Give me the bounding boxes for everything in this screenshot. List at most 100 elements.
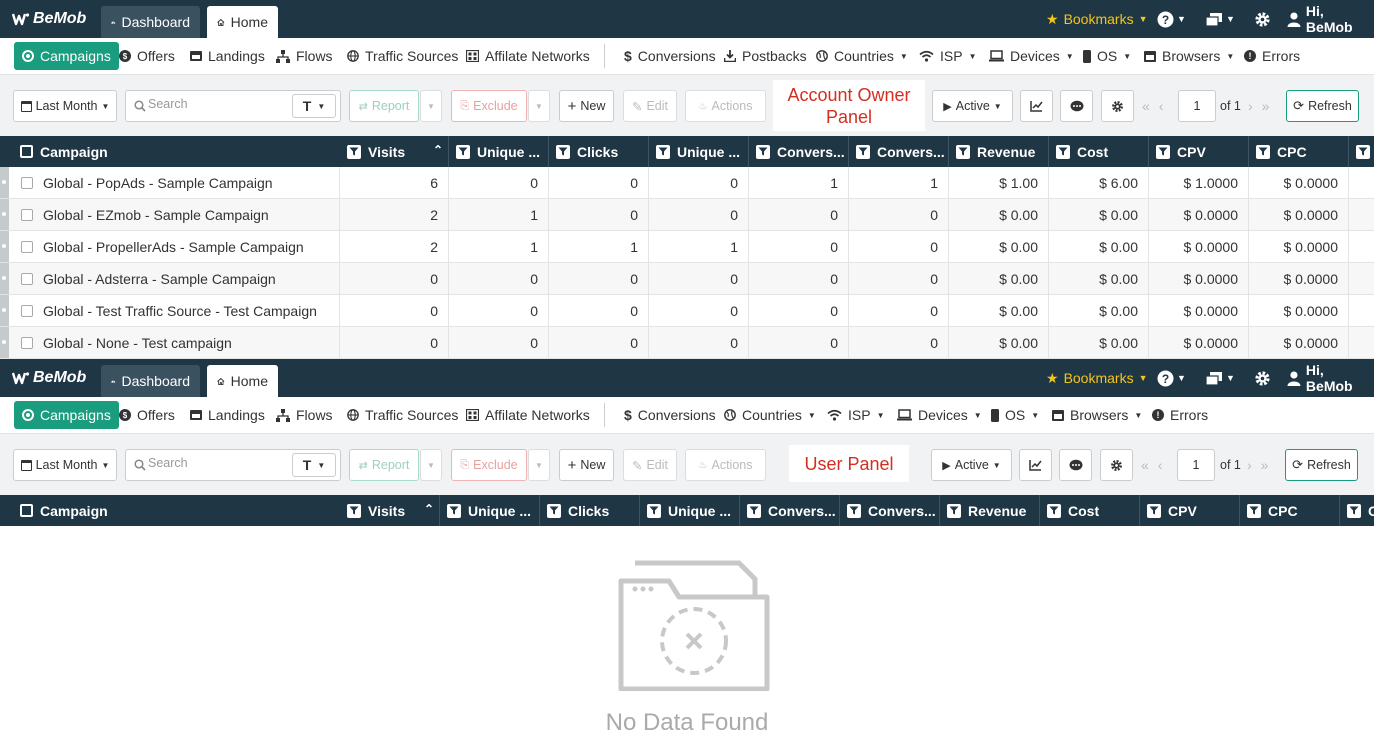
logo[interactable]: BeMob xyxy=(12,369,86,387)
bookmarks-menu[interactable]: ★ Bookmarks ▼ xyxy=(1046,359,1148,397)
column-header-conversions[interactable]: Convers... xyxy=(740,495,840,526)
cell-campaign[interactable]: Global - PropellerAds - Sample Campaign xyxy=(9,231,340,262)
cell-campaign[interactable]: Global - PopAds - Sample Campaign xyxy=(9,167,340,198)
column-header-campaign[interactable]: Campaign xyxy=(0,136,340,167)
exclude-dropdown[interactable]: ▼ xyxy=(528,449,550,481)
settings-button[interactable] xyxy=(1254,359,1271,397)
column-header-visits[interactable]: Visits ⌃ xyxy=(340,495,440,526)
nav-errors[interactable]: ! Errors xyxy=(1152,401,1208,429)
row-checkbox[interactable] xyxy=(21,336,33,349)
search-input[interactable] xyxy=(148,97,288,111)
filter-icon[interactable] xyxy=(856,144,870,159)
exclude-button[interactable]: ⎘ Exclude xyxy=(451,449,527,481)
date-range-select[interactable]: Last Month ▼ xyxy=(13,90,117,122)
nav-landings[interactable]: Landings xyxy=(190,42,265,70)
first-page-icon[interactable]: « xyxy=(1141,457,1149,473)
filter-icon[interactable] xyxy=(456,144,470,159)
exclude-dropdown[interactable]: ▼ xyxy=(528,90,550,122)
table-row[interactable]: Global - None - Test campaign 0 0 0 0 0 0 $ 0.0… xyxy=(0,327,1374,359)
tab-home[interactable]: Home xyxy=(207,6,278,38)
column-settings-button[interactable] xyxy=(1100,449,1133,481)
table-row[interactable]: Global - PropellerAds - Sample Campaign 2… xyxy=(0,231,1374,263)
comments-button[interactable] xyxy=(1060,90,1093,122)
date-range-select[interactable]: Last Month ▼ xyxy=(13,449,117,481)
nav-offers[interactable]: $ Offers xyxy=(119,42,175,70)
logo[interactable]: BeMob xyxy=(12,10,86,28)
column-header-campaign[interactable]: Campaign xyxy=(0,495,340,526)
select-all-checkbox[interactable] xyxy=(20,145,33,158)
nav-traffic-sources[interactable]: Traffic Sources xyxy=(347,401,458,429)
actions-button[interactable]: ♨ Actions xyxy=(685,90,766,122)
nav-isp[interactable]: ISP ▼ xyxy=(919,42,977,70)
row-checkbox[interactable] xyxy=(21,240,33,253)
row-checkbox[interactable] xyxy=(21,272,33,285)
actions-button[interactable]: ♨ Actions xyxy=(685,449,766,481)
new-button[interactable]: + New xyxy=(559,90,614,122)
windows-menu[interactable]: ▼ xyxy=(1205,0,1235,38)
filter-icon[interactable] xyxy=(847,503,861,518)
nav-traffic-sources[interactable]: Traffic Sources xyxy=(347,42,458,70)
search-input[interactable] xyxy=(148,456,288,470)
last-page-icon[interactable]: » xyxy=(1262,98,1270,114)
column-header-cost[interactable]: Cost xyxy=(1049,136,1149,167)
filter-icon[interactable] xyxy=(556,144,570,159)
settings-button[interactable] xyxy=(1254,0,1271,38)
report-button[interactable]: ⇄ Report xyxy=(349,90,419,122)
table-row[interactable]: Global - Adsterra - Sample Campaign 0 0 0 0 0… xyxy=(0,263,1374,295)
nav-landings[interactable]: Landings xyxy=(190,401,265,429)
text-search-toggle[interactable]: T ▼ xyxy=(292,453,336,477)
new-button[interactable]: + New xyxy=(559,449,614,481)
row-checkbox[interactable] xyxy=(21,176,33,189)
filter-icon[interactable] xyxy=(447,503,461,518)
refresh-button[interactable]: ⟳ Refresh xyxy=(1286,90,1359,122)
filter-icon[interactable] xyxy=(956,144,970,159)
column-header-visits[interactable]: Visits ⌃ xyxy=(340,136,449,167)
nav-browsers[interactable]: Browsers ▼ xyxy=(1052,401,1142,429)
filter-icon[interactable] xyxy=(1047,503,1061,518)
edit-button[interactable]: ✎ Edit xyxy=(623,90,677,122)
nav-os[interactable]: OS ▼ xyxy=(991,401,1039,429)
filter-icon[interactable] xyxy=(747,503,761,518)
first-page-icon[interactable]: « xyxy=(1142,98,1150,114)
prev-page-icon[interactable]: ‹ xyxy=(1159,98,1164,114)
tab-home[interactable]: Home xyxy=(207,365,278,397)
nav-devices[interactable]: Devices ▼ xyxy=(989,42,1074,70)
column-header-cpc[interactable]: CPC xyxy=(1240,495,1340,526)
tab-dashboard[interactable]: Dashboard xyxy=(101,6,200,38)
column-header-cpv[interactable]: CPV xyxy=(1149,136,1249,167)
column-header-unique-visits[interactable]: Unique ... xyxy=(440,495,540,526)
filter-icon[interactable] xyxy=(1147,503,1161,518)
filter-icon[interactable] xyxy=(656,144,670,159)
user-menu[interactable]: Hi, BeMob xyxy=(1287,359,1374,397)
column-header-conversions-2[interactable]: Convers... xyxy=(849,136,949,167)
column-header-unique-clicks[interactable]: Unique ... xyxy=(640,495,740,526)
nav-errors[interactable]: ! Errors xyxy=(1244,42,1300,70)
status-filter[interactable]: ▶ Active ▼ xyxy=(932,90,1013,122)
comments-button[interactable] xyxy=(1059,449,1092,481)
filter-icon[interactable] xyxy=(347,503,361,518)
page-input[interactable] xyxy=(1178,90,1216,122)
nav-offers[interactable]: $ Offers xyxy=(119,401,175,429)
text-search-toggle[interactable]: T ▼ xyxy=(292,94,336,118)
nav-affiliate-networks[interactable]: Affilate Networks xyxy=(466,42,590,70)
chart-button[interactable] xyxy=(1020,90,1053,122)
filter-icon[interactable] xyxy=(1247,503,1261,518)
sort-asc-icon[interactable]: ⌃ xyxy=(433,143,443,157)
nav-conversions[interactable]: $ Conversions xyxy=(624,42,716,70)
row-checkbox[interactable] xyxy=(21,304,33,317)
column-header-extra[interactable]: C xyxy=(1340,495,1374,526)
exclude-button[interactable]: ⎘ Exclude xyxy=(451,90,527,122)
cell-campaign[interactable]: Global - None - Test campaign xyxy=(9,327,340,358)
nav-countries[interactable]: Countries ▼ xyxy=(724,401,816,429)
column-header-clicks[interactable]: Clicks xyxy=(549,136,649,167)
nav-isp[interactable]: ISP ▼ xyxy=(827,401,885,429)
nav-flows[interactable]: Flows xyxy=(276,401,333,429)
report-button[interactable]: ⇄ Report xyxy=(349,449,419,481)
filter-icon[interactable] xyxy=(756,144,770,159)
help-menu[interactable]: ? ▼ xyxy=(1157,359,1186,397)
report-dropdown[interactable]: ▼ xyxy=(420,449,442,481)
nav-devices[interactable]: Devices ▼ xyxy=(897,401,982,429)
column-header-clicks[interactable]: Clicks xyxy=(540,495,640,526)
cell-campaign[interactable]: Global - Test Traffic Source - Test Camp… xyxy=(9,295,340,326)
tab-dashboard[interactable]: Dashboard xyxy=(101,365,200,397)
